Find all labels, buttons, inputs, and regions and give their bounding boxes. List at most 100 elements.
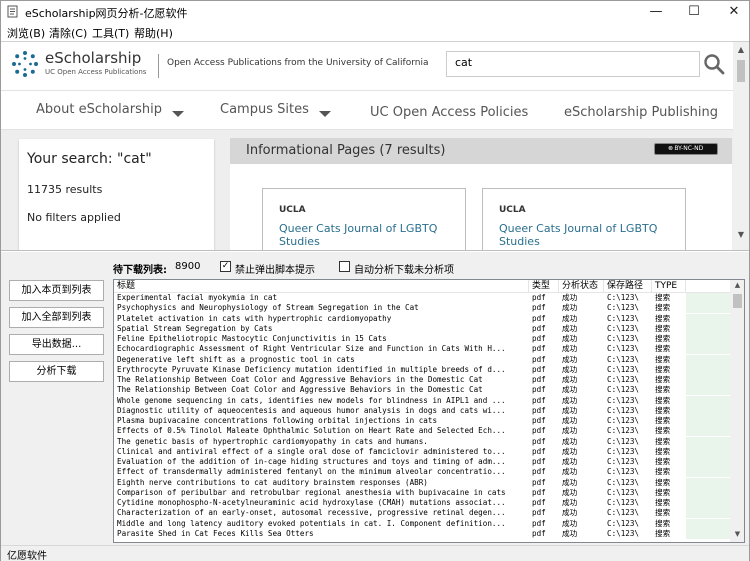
- table-row[interactable]: Plasma bupivacaine concentrations follow…: [114, 416, 730, 426]
- scroll-thumb[interactable]: [737, 60, 745, 82]
- table-row[interactable]: Feline Epitheliotropic Mastocytic Conjun…: [114, 334, 730, 344]
- row-tag: 搜索: [655, 364, 671, 374]
- row-tag: 搜索: [655, 375, 671, 384]
- row-filler: [686, 426, 730, 437]
- column-path[interactable]: 保存路径: [604, 280, 652, 293]
- nav-oa-policies[interactable]: UC Open Access Policies: [370, 105, 528, 120]
- result-campus: UCLA: [279, 205, 306, 215]
- row-tag: 搜索: [655, 528, 671, 538]
- window-title: eScholarship网页分析-亿愿软件: [25, 7, 188, 20]
- row-path: C:\123\: [607, 416, 640, 425]
- table-row[interactable]: Parasite Shed in Cat Feces Kills Sea Ott…: [114, 528, 730, 539]
- table-row[interactable]: Clinical and antiviral effect of a singl…: [114, 446, 730, 457]
- nav-about[interactable]: About eScholarship: [36, 102, 184, 117]
- row-path: C:\123\: [607, 344, 640, 354]
- row-type: pdf: [532, 498, 546, 507]
- cc-license-badge[interactable]: 🅭 BY-NC-ND: [654, 143, 718, 155]
- row-tag: 搜索: [655, 334, 671, 343]
- row-status: 成功: [562, 293, 578, 302]
- table-row[interactable]: Psychophysics and Neurophysiology of Str…: [114, 303, 730, 314]
- table-row[interactable]: Whole genome sequencing in cats, identif…: [114, 395, 730, 406]
- close-button[interactable]: ✕: [711, 1, 750, 23]
- scroll-down-icon[interactable]: ▼: [736, 230, 746, 240]
- scroll-up-icon[interactable]: ▲: [733, 281, 742, 289]
- scroll-up-icon[interactable]: ▲: [736, 45, 746, 55]
- export-data-button[interactable]: 导出数据...: [9, 334, 104, 355]
- row-status: 成功: [562, 508, 578, 518]
- table-row[interactable]: Comparison of peribulbar and retrobulbar…: [114, 487, 730, 498]
- table-row[interactable]: Cytidine monophospho-N-acetylneuraminic …: [114, 498, 730, 508]
- row-path: C:\123\: [607, 508, 640, 518]
- menu-clear[interactable]: 清除(C): [49, 25, 87, 41]
- table-row[interactable]: Diagnostic utility of aqueocentesis and …: [114, 405, 730, 416]
- table-row[interactable]: Echocardiographic Assessment of Right Ve…: [114, 344, 730, 355]
- table-row[interactable]: Erythrocyte Pyruvate Kinase Deficiency m…: [114, 364, 730, 375]
- web-view-scrollbar[interactable]: ▲ ▼: [733, 42, 749, 250]
- row-path: C:\123\: [607, 375, 640, 384]
- table-row[interactable]: Eighth nerve contributions to cat audito…: [114, 477, 730, 488]
- search-icon[interactable]: [703, 53, 725, 75]
- menu-browse[interactable]: 浏览(B): [7, 25, 45, 41]
- row-filler: [686, 405, 730, 416]
- row-title: Characterization of an early-onset, auto…: [117, 508, 506, 518]
- row-type: pdf: [532, 323, 546, 333]
- result-title-link[interactable]: Queer Cats Journal of LGBTQ Studies: [499, 222, 679, 248]
- block-popups-checkbox[interactable]: ✓: [220, 261, 231, 272]
- row-path: C:\123\: [607, 487, 640, 497]
- row-filler: [686, 457, 730, 467]
- site-tagline: Open Access Publications from the Univer…: [167, 58, 429, 68]
- row-tag: 搜索: [655, 354, 671, 364]
- search-input[interactable]: cat: [446, 51, 700, 77]
- row-tag: 搜索: [655, 436, 671, 446]
- table-row[interactable]: Experimental facial myokymia in cat pdf 成功…: [114, 293, 730, 303]
- web-view[interactable]: eScholarship UC Open Access Publications…: [1, 41, 749, 251]
- column-title[interactable]: 标题: [114, 280, 529, 293]
- table-row[interactable]: The genetic basis of hypertrophic cardio…: [114, 436, 730, 447]
- app-window: eScholarship网页分析-亿愿软件 — ☐ ✕ 浏览(B) 清除(C) …: [0, 0, 750, 561]
- row-path: C:\123\: [607, 498, 640, 507]
- auto-download-checkbox[interactable]: [339, 261, 350, 272]
- logo-title[interactable]: eScholarship: [45, 49, 141, 67]
- row-status: 成功: [562, 385, 578, 395]
- nav-publishing[interactable]: eScholarship Publishing: [564, 105, 718, 120]
- result-title-link[interactable]: Queer Cats Journal of LGBTQ Studies: [279, 222, 459, 248]
- table-row[interactable]: Characterization of an early-onset, auto…: [114, 508, 730, 519]
- table-row[interactable]: The Relationship Between Coat Color and …: [114, 375, 730, 385]
- table-row[interactable]: The Relationship Between Coat Color and …: [114, 385, 730, 396]
- table-row[interactable]: Degenerative left shift as a prognostic …: [114, 354, 730, 365]
- row-title: Comparison of peribulbar and retrobulbar…: [117, 487, 506, 497]
- scroll-down-icon[interactable]: ▼: [733, 530, 742, 538]
- analyze-download-button[interactable]: 分析下载: [9, 361, 104, 382]
- table-row[interactable]: Platelet activation in cats with hypertr…: [114, 313, 730, 324]
- table-row[interactable]: Evaluation of the addition of in-cage hi…: [114, 457, 730, 467]
- row-title: Feline Epitheliotropic Mastocytic Conjun…: [117, 334, 387, 343]
- menu-tools[interactable]: 工具(T): [92, 25, 129, 41]
- result-count: 11735 results: [27, 183, 103, 196]
- table-row[interactable]: Effects of 0.5% Tinolol Maleate Ophthalm…: [114, 426, 730, 437]
- add-page-to-list-button[interactable]: 加入本页到列表: [9, 280, 104, 301]
- row-filler: [686, 334, 730, 344]
- row-tag: 搜索: [655, 385, 671, 395]
- column-tag[interactable]: TYPE: [652, 280, 686, 293]
- info-result-card[interactable]: UCLA Queer Cats Journal of LGBTQ Studies: [262, 188, 466, 250]
- scroll-thumb[interactable]: [733, 294, 742, 308]
- column-type[interactable]: 类型: [529, 280, 559, 293]
- info-result-card[interactable]: UCLA Queer Cats Journal of LGBTQ Studies: [482, 188, 686, 250]
- row-filler: [686, 313, 730, 324]
- row-filler: [686, 446, 730, 457]
- escholarship-logo-icon[interactable]: [11, 50, 39, 78]
- list-scrollbar[interactable]: ▲ ▼: [730, 280, 744, 542]
- row-tag: 搜索: [655, 446, 671, 456]
- table-row[interactable]: Middle and long latency auditory evoked …: [114, 518, 730, 529]
- nav-campus-sites[interactable]: Campus Sites: [220, 102, 331, 117]
- table-row[interactable]: Effect of transdermally administered fen…: [114, 467, 730, 478]
- row-status: 成功: [562, 334, 578, 343]
- add-all-to-list-button[interactable]: 加入全部到列表: [9, 307, 104, 328]
- row-type: pdf: [532, 344, 546, 354]
- logo-subtitle: UC Open Access Publications: [45, 68, 147, 76]
- column-status[interactable]: 分析状态: [559, 280, 604, 293]
- download-list[interactable]: 标题 类型 分析状态 保存路径 TYPE Experimental facial…: [113, 279, 745, 543]
- row-type: pdf: [532, 457, 546, 466]
- table-row[interactable]: Spatial Stream Segregation by Cats pdf 成功 C…: [114, 323, 730, 334]
- menu-help[interactable]: 帮助(H): [134, 25, 173, 41]
